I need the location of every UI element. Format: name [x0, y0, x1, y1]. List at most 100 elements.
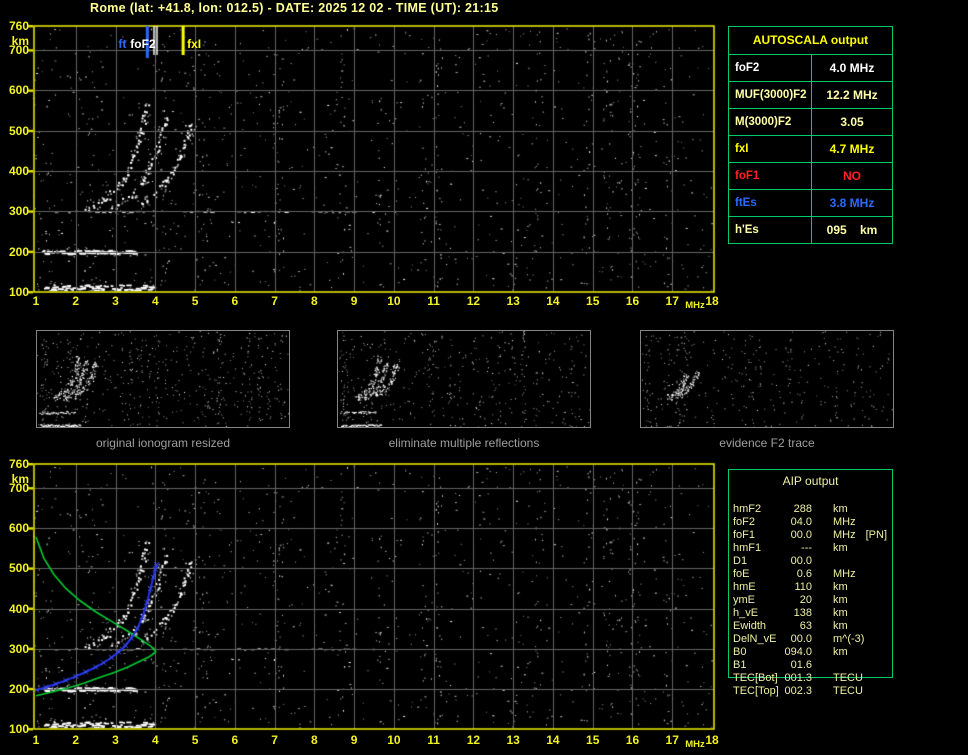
parameter-unit: MHz: [833, 568, 856, 581]
parameter-unit: km: [833, 646, 848, 659]
aip-table-row: hmF2288km: [733, 503, 891, 516]
x-axis-unit-label: MHz: [685, 739, 705, 750]
thumbnail-original-ionogram: [36, 330, 290, 428]
parameter-unit: km: [833, 607, 848, 620]
parameter-label: foE: [733, 568, 779, 581]
thumbnail-caption: evidence F2 trace: [640, 436, 894, 450]
parameter-value: 12.2 MHz: [812, 82, 892, 108]
aip-table-row: Ewidth63km: [733, 620, 891, 633]
autoscala-output-screen: Rome (lat: +41.8, lon: 012.5) - DATE: 20…: [0, 0, 968, 755]
thumbnail-evidence-f2: [640, 330, 894, 428]
x-axis-tick-label: 14: [541, 733, 565, 747]
x-axis-tick-label: 3: [104, 294, 128, 308]
aip-table-header: AIP output: [728, 474, 893, 488]
thumbnail-caption: original ionogram resized: [36, 436, 290, 450]
aip-table-row: B0094.0 km: [733, 646, 891, 659]
aip-table-row: h_vE138km: [733, 607, 891, 620]
x-axis-tick-label: 4: [143, 294, 167, 308]
x-axis-tick-label: 13: [501, 733, 525, 747]
parameter-label: B0: [733, 646, 779, 659]
y-axis-tick-label: 400: [0, 602, 29, 616]
thumbnail-evidence-f2-canvas: [641, 331, 893, 427]
autoscala-table-row: MUF(3000)F212.2 MHz: [729, 81, 892, 108]
y-axis-tick-label: 300: [0, 204, 29, 218]
autoscala-table-header: AUTOSCALA output: [729, 27, 892, 54]
parameter-label: Ewidth: [733, 620, 779, 633]
x-axis-tick-label: 6: [223, 733, 247, 747]
parameter-value: 20: [779, 594, 812, 607]
x-axis-tick-label: 12: [461, 733, 485, 747]
x-axis-tick-label: 8: [302, 733, 326, 747]
parameter-value: 094.0: [779, 646, 812, 659]
parameter-note: [PN]: [866, 529, 887, 542]
autoscala-table-row: ftEs3.8 MHz: [729, 189, 892, 216]
parameter-value: 002.3: [779, 685, 812, 698]
x-axis-tick-label: 9: [342, 294, 366, 308]
x-axis-tick-label: 3: [104, 733, 128, 747]
parameter-unit: km: [833, 503, 848, 516]
x-axis-tick-label: 16: [620, 294, 644, 308]
aip-table-row: DelN_vE00.0m^(-3): [733, 633, 891, 646]
autoscala-table-row: fxI4.7 MHz: [729, 135, 892, 162]
parameter-value: 0.6: [779, 568, 812, 581]
parameter-value: 04.0: [779, 516, 812, 529]
aip-table-row: TEC[Bot]001.3TECU: [733, 672, 891, 685]
parameter-unit: km: [833, 581, 848, 594]
x-axis-tick-label: 17: [660, 294, 684, 308]
aip-table-row: hmF1---km: [733, 542, 891, 555]
parameter-value: 110: [779, 581, 812, 594]
x-axis-tick-label: 6: [223, 294, 247, 308]
x-axis-tick-label: 4: [143, 733, 167, 747]
parameter-label: fxI: [729, 136, 812, 162]
parameter-label: hmE: [733, 581, 779, 594]
fof2-marker-label: foF2: [130, 37, 155, 51]
x-axis-tick-label: 8: [302, 294, 326, 308]
parameter-label: h'Es: [729, 217, 812, 243]
station-date-title: Rome (lat: +41.8, lon: 012.5) - DATE: 20…: [90, 1, 499, 15]
parameter-value: 138: [779, 607, 812, 620]
thumbnail-eliminate-reflections: [337, 330, 591, 428]
y-axis-unit-label: km: [0, 34, 29, 48]
aip-table-row: B101.6: [733, 659, 891, 672]
parameter-unit: TECU: [833, 685, 863, 698]
x-axis-unit-label: MHz: [685, 300, 705, 311]
y-axis-tick-label: 400: [0, 164, 29, 178]
x-axis-tick-label: 16: [620, 733, 644, 747]
autoscala-table-row: h'Es095 km: [729, 216, 892, 243]
parameter-label: TEC[Bot]: [733, 672, 779, 685]
y-axis-tick-label: 500: [0, 561, 29, 575]
parameter-unit: km: [833, 594, 848, 607]
parameter-label: D1: [733, 555, 779, 568]
x-axis-tick-label: 7: [263, 733, 287, 747]
bottom-ionogram-canvas: [28, 458, 722, 736]
y-axis-tick-label: 760: [0, 19, 29, 33]
x-axis-tick-label: 1: [24, 294, 48, 308]
thumbnail-caption: eliminate multiple reflections: [337, 436, 591, 450]
top-ionogram-canvas: [28, 20, 722, 298]
x-axis-tick-label: 9: [342, 733, 366, 747]
x-axis-tick-label: 14: [541, 294, 565, 308]
parameter-value: 288: [779, 503, 812, 516]
aip-table-row: D100.0: [733, 555, 891, 568]
parameter-value: 4.0 MHz: [812, 55, 892, 81]
parameter-value: 63: [779, 620, 812, 633]
x-axis-tick-label: 17: [660, 733, 684, 747]
x-axis-tick-label: 15: [581, 294, 605, 308]
autoscala-table-row: M(3000)F23.05: [729, 108, 892, 135]
thumbnail-eliminate-reflections-canvas: [338, 331, 590, 427]
parameter-unit: MHz: [833, 516, 856, 529]
y-axis-tick-label: 760: [0, 457, 29, 471]
x-axis-tick-label: 5: [183, 294, 207, 308]
fxi-marker-label: fxI: [187, 37, 201, 51]
parameter-label: MUF(3000)F2: [729, 82, 812, 108]
x-axis-tick-label: 11: [422, 294, 446, 308]
thumbnail-original-ionogram-canvas: [37, 331, 289, 427]
x-axis-tick-label: 10: [382, 733, 406, 747]
parameter-unit: m^(-3): [833, 633, 864, 646]
parameter-label: DelN_vE: [733, 633, 779, 646]
x-axis-tick-label: 12: [461, 294, 485, 308]
parameter-label: B1: [733, 659, 779, 672]
parameter-value: 00.0: [779, 529, 812, 542]
parameter-label: ymE: [733, 594, 779, 607]
aip-table-row: foE0.6 MHz: [733, 568, 891, 581]
